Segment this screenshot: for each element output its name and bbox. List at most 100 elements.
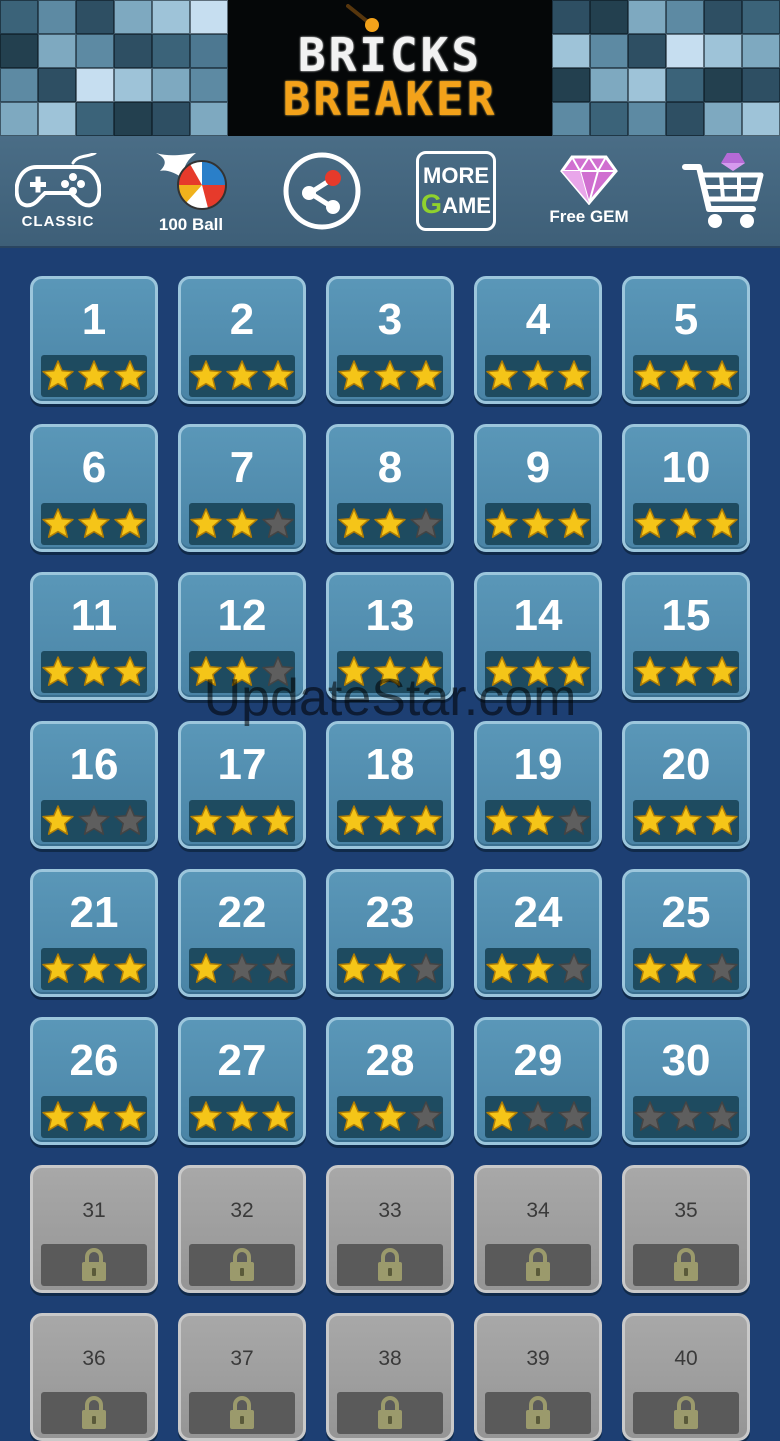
level-number: 1 bbox=[81, 295, 107, 344]
hundred-ball-button[interactable]: 100 Ball bbox=[140, 136, 242, 246]
star-tray bbox=[633, 799, 739, 842]
lock-tray bbox=[485, 1244, 591, 1287]
star-filled-icon bbox=[190, 508, 222, 539]
level-number: 26 bbox=[69, 1036, 119, 1085]
locked-level-tile[interactable]: 34 bbox=[474, 1165, 602, 1294]
lock-tray bbox=[485, 1392, 591, 1435]
level-tile[interactable]: 8 bbox=[326, 424, 454, 553]
star-filled-icon bbox=[190, 953, 222, 983]
star-filled-icon bbox=[262, 804, 294, 835]
mosaic-tile bbox=[114, 0, 152, 34]
more-game-button[interactable]: MORE GAME bbox=[410, 136, 502, 246]
star-filled-icon bbox=[706, 656, 738, 687]
locked-level-tile[interactable]: 36 bbox=[30, 1313, 158, 1441]
mosaic-tile bbox=[552, 102, 590, 136]
star-tray bbox=[41, 651, 147, 694]
gem-icon bbox=[560, 155, 618, 205]
level-tile[interactable]: 3 bbox=[326, 276, 454, 404]
locked-level-tile[interactable]: 40 bbox=[622, 1313, 750, 1441]
star-filled-icon bbox=[706, 804, 738, 835]
level-tile[interactable]: 12 bbox=[178, 572, 306, 701]
more-game-badge: MORE GAME bbox=[416, 151, 496, 231]
mosaic-tile bbox=[704, 0, 742, 34]
level-tile[interactable]: 2 bbox=[178, 276, 306, 404]
level-tile[interactable]: 1 bbox=[30, 276, 158, 404]
level-tile[interactable]: 6 bbox=[30, 424, 158, 553]
level-tile[interactable]: 19 bbox=[474, 720, 602, 849]
level-tile[interactable]: 10 bbox=[622, 424, 750, 553]
level-number: 4 bbox=[525, 295, 551, 344]
level-tile[interactable]: 27 bbox=[178, 1017, 306, 1145]
level-tile[interactable]: 29 bbox=[474, 1017, 602, 1145]
shop-cart-button[interactable] bbox=[676, 136, 772, 246]
locked-level-tile[interactable]: 33 bbox=[326, 1165, 454, 1294]
classic-mode-button[interactable]: CLASSIC bbox=[10, 136, 106, 246]
mosaic-tile bbox=[114, 68, 152, 102]
level-tile[interactable]: 18 bbox=[326, 720, 454, 849]
star-empty-icon bbox=[558, 1101, 590, 1131]
level-select-grid: 1 2 3 4 5 6 7 8 9 10 11 12 13 14 15 16 17 18 19 20 21 22 23 24 2… bbox=[0, 246, 780, 1441]
locked-level-tile[interactable]: 38 bbox=[326, 1313, 454, 1441]
lock-tray bbox=[41, 1392, 147, 1435]
star-filled-icon bbox=[634, 508, 666, 539]
level-tile[interactable]: 23 bbox=[326, 868, 454, 997]
level-tile[interactable]: 7 bbox=[178, 424, 306, 553]
mosaic-tile bbox=[742, 102, 780, 136]
lock-icon bbox=[526, 1248, 550, 1282]
locked-level-tile[interactable]: 32 bbox=[178, 1165, 306, 1294]
star-tray bbox=[337, 503, 443, 546]
level-tile[interactable]: 24 bbox=[474, 868, 602, 997]
lock-tray bbox=[633, 1244, 739, 1287]
level-number: 22 bbox=[217, 887, 267, 937]
star-filled-icon bbox=[374, 953, 406, 983]
star-filled-icon bbox=[634, 953, 666, 983]
lock-tray bbox=[189, 1392, 295, 1435]
level-tile[interactable]: 17 bbox=[178, 720, 306, 849]
level-tile[interactable]: 20 bbox=[622, 720, 750, 849]
level-tile[interactable]: 5 bbox=[622, 276, 750, 404]
star-filled-icon bbox=[486, 953, 518, 983]
star-tray bbox=[485, 355, 591, 397]
level-tile[interactable]: 9 bbox=[474, 424, 602, 553]
level-number: 21 bbox=[69, 887, 119, 937]
level-tile[interactable]: 13 bbox=[326, 572, 454, 701]
mosaic-tile bbox=[0, 102, 38, 136]
level-number: 37 bbox=[230, 1347, 254, 1371]
star-tray bbox=[485, 947, 591, 990]
level-tile[interactable]: 28 bbox=[326, 1017, 454, 1145]
star-filled-icon bbox=[114, 360, 146, 390]
locked-level-tile[interactable]: 31 bbox=[30, 1165, 158, 1294]
level-tile[interactable]: 30 bbox=[622, 1017, 750, 1145]
mosaic-tile bbox=[552, 34, 590, 68]
mosaic-tile bbox=[152, 34, 190, 68]
level-tile[interactable]: 21 bbox=[30, 868, 158, 997]
star-empty-icon bbox=[634, 1101, 666, 1131]
level-number: 29 bbox=[513, 1036, 563, 1085]
mosaic-tile bbox=[704, 68, 742, 102]
level-tile[interactable]: 14 bbox=[474, 572, 602, 701]
star-empty-icon bbox=[262, 656, 294, 687]
free-gem-button[interactable]: Free GEM bbox=[540, 136, 638, 246]
level-tile[interactable]: 25 bbox=[622, 868, 750, 997]
star-filled-icon bbox=[374, 1101, 406, 1131]
star-tray bbox=[633, 503, 739, 546]
locked-level-tile[interactable]: 39 bbox=[474, 1313, 602, 1441]
locked-level-tile[interactable]: 37 bbox=[178, 1313, 306, 1441]
level-tile[interactable]: 26 bbox=[30, 1017, 158, 1145]
more-game-g-letter: G bbox=[421, 189, 443, 219]
star-filled-icon bbox=[558, 656, 590, 687]
locked-level-tile[interactable]: 35 bbox=[622, 1165, 750, 1294]
share-button[interactable] bbox=[278, 136, 366, 246]
star-tray bbox=[41, 355, 147, 397]
level-tile[interactable]: 22 bbox=[178, 868, 306, 997]
level-tile[interactable]: 11 bbox=[30, 572, 158, 701]
level-tile[interactable]: 15 bbox=[622, 572, 750, 701]
header-mosaic-right bbox=[514, 0, 780, 136]
mosaic-tile bbox=[76, 68, 114, 102]
star-filled-icon bbox=[410, 804, 442, 835]
logo-title-line2: BREAKER bbox=[282, 72, 498, 126]
star-filled-icon bbox=[338, 953, 370, 983]
level-tile[interactable]: 4 bbox=[474, 276, 602, 404]
level-tile[interactable]: 16 bbox=[30, 720, 158, 849]
classic-label: CLASSIC bbox=[21, 212, 95, 230]
